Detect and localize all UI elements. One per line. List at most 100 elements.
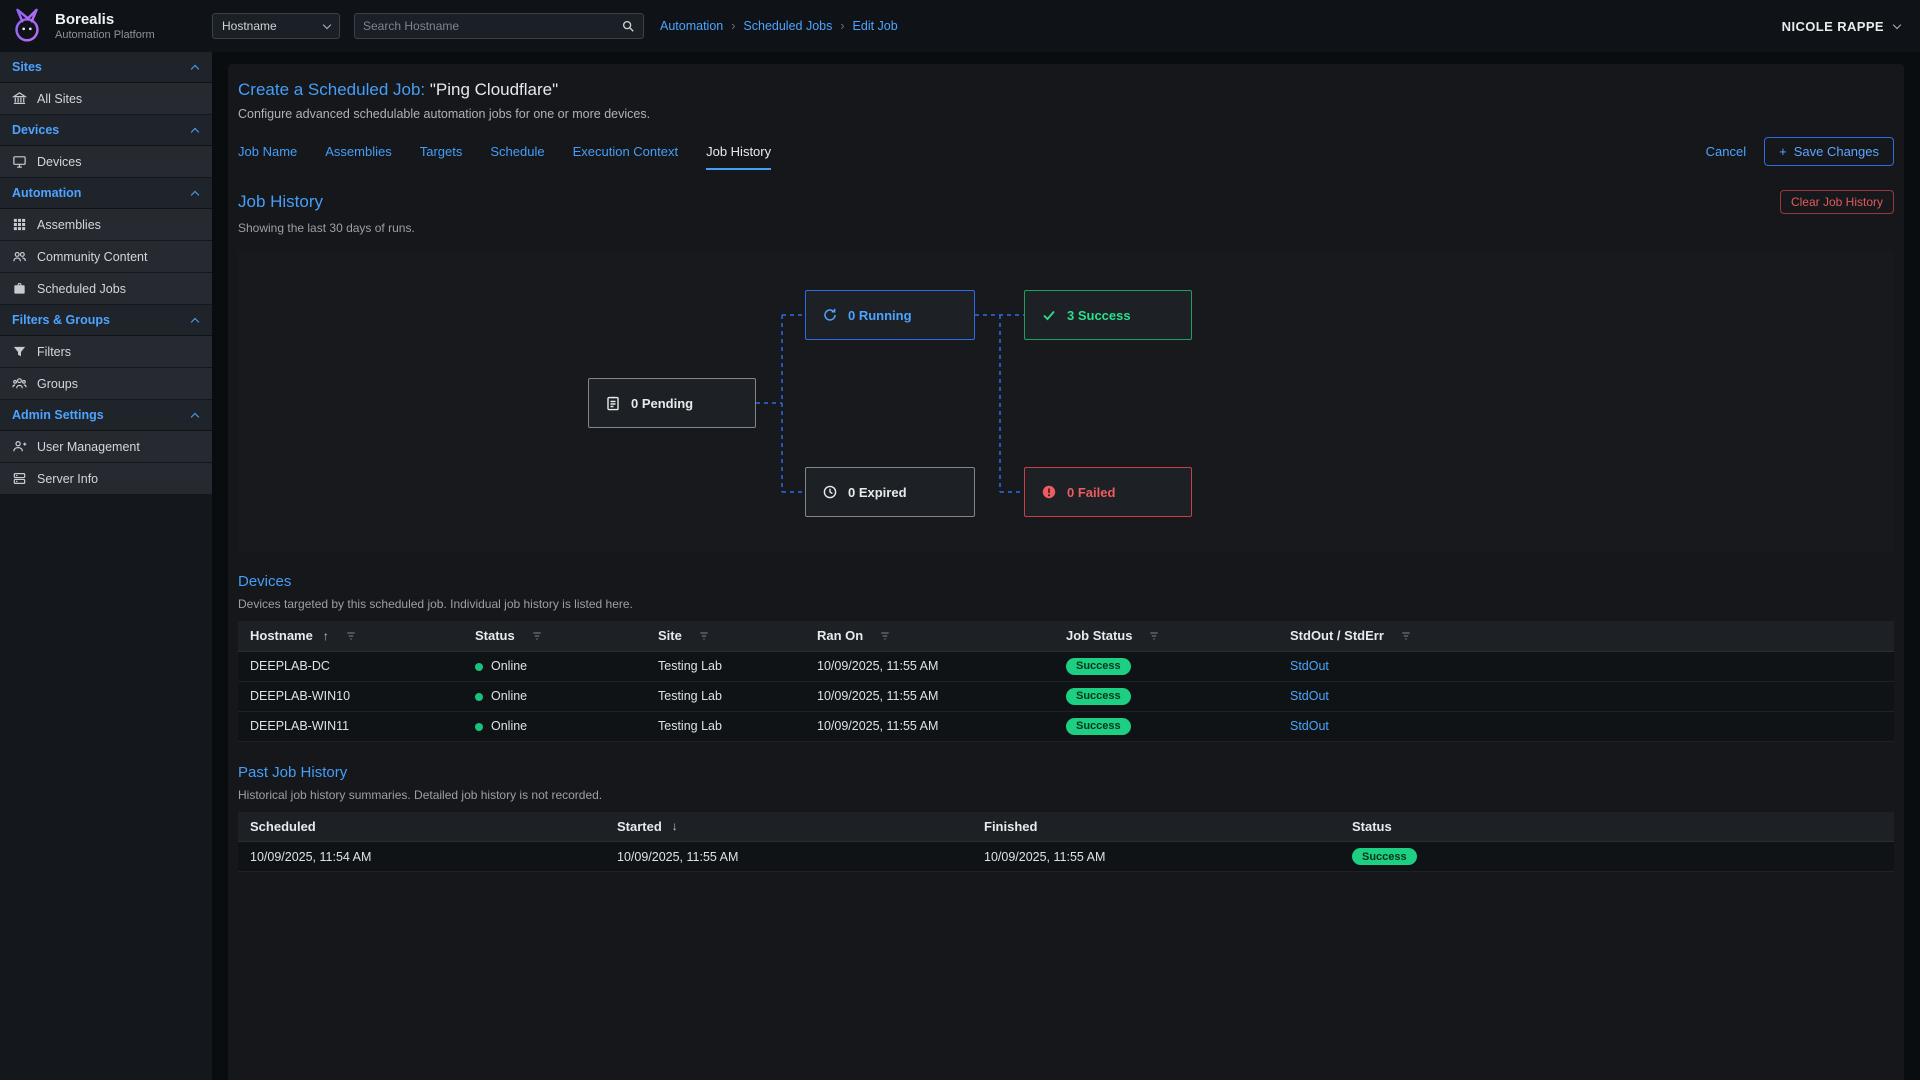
status-text: Online bbox=[491, 689, 527, 703]
col-header-site[interactable]: Site bbox=[646, 621, 805, 651]
state-box-pending[interactable]: 0 Pending bbox=[588, 378, 756, 428]
status-text: Online bbox=[491, 719, 527, 733]
status-text: Online bbox=[491, 659, 527, 673]
tab-execution-context[interactable]: Execution Context bbox=[573, 144, 679, 170]
sidebar-item-server-info[interactable]: Server Info bbox=[0, 463, 212, 495]
col-header-job-status[interactable]: Job Status bbox=[1054, 621, 1278, 651]
column-filter-icon[interactable] bbox=[1148, 630, 1160, 642]
col-header-status[interactable]: Status bbox=[1340, 812, 1894, 842]
save-changes-button[interactable]: + Save Changes bbox=[1764, 137, 1894, 166]
devices-subtitle: Devices targeted by this scheduled job. … bbox=[238, 597, 1894, 611]
tab-schedule[interactable]: Schedule bbox=[490, 144, 544, 170]
column-filter-icon[interactable] bbox=[879, 630, 891, 642]
tab-targets[interactable]: Targets bbox=[420, 144, 463, 170]
hostname-select[interactable]: Hostname bbox=[212, 13, 340, 39]
breadcrumb-edit-job[interactable]: Edit Job bbox=[853, 19, 898, 33]
cancel-button[interactable]: Cancel bbox=[1706, 144, 1746, 159]
col-header-stdout[interactable]: StdOut / StdErr bbox=[1278, 621, 1894, 651]
sidebar-item-devices[interactable]: Devices bbox=[0, 146, 212, 178]
online-dot bbox=[475, 723, 483, 731]
borealis-logo bbox=[8, 7, 46, 45]
sidebar-section-sites[interactable]: Sites bbox=[0, 52, 212, 83]
state-box-success[interactable]: 3 Success bbox=[1024, 290, 1192, 340]
devices-table: Hostname ↑ Status Site Ran On bbox=[238, 621, 1894, 742]
chevron-up-icon bbox=[191, 127, 199, 135]
sidebar-item-groups[interactable]: Groups bbox=[0, 368, 212, 400]
main-content: Create a Scheduled Job: "Ping Cloudflare… bbox=[212, 52, 1920, 1080]
state-box-running[interactable]: 0 Running bbox=[805, 290, 975, 340]
chevron-down-icon bbox=[1893, 20, 1901, 28]
column-filter-icon[interactable] bbox=[531, 630, 543, 642]
column-filter-icon[interactable] bbox=[1400, 630, 1412, 642]
breadcrumb-automation[interactable]: Automation bbox=[660, 19, 723, 33]
stdout-link[interactable]: StdOut bbox=[1290, 659, 1329, 673]
state-label: 0 Pending bbox=[631, 396, 693, 411]
sidebar-item-user-management[interactable]: User Management bbox=[0, 431, 212, 463]
brand-title: Borealis bbox=[55, 11, 155, 28]
assemblies-icon bbox=[12, 217, 27, 232]
column-filter-icon[interactable] bbox=[698, 630, 710, 642]
state-label: 0 Running bbox=[848, 308, 912, 323]
device-row[interactable]: DEEPLAB-WIN10 Online Testing Lab 10/09/2… bbox=[238, 681, 1894, 711]
column-filter-icon[interactable] bbox=[345, 630, 357, 642]
past-history-header-row: Scheduled Started ↓ Finished Status bbox=[238, 812, 1894, 842]
past-history-subtitle: Historical job history summaries. Detail… bbox=[238, 788, 1894, 802]
col-header-started[interactable]: Started ↓ bbox=[605, 812, 972, 842]
sidebar-item-label: Groups bbox=[37, 377, 78, 391]
col-label: Finished bbox=[984, 819, 1037, 834]
col-header-ran-on[interactable]: Ran On bbox=[805, 621, 1054, 651]
sidebar-section-automation[interactable]: Automation bbox=[0, 178, 212, 209]
past-history-row[interactable]: 10/09/2025, 11:54 AM 10/09/2025, 11:55 A… bbox=[238, 842, 1894, 872]
state-box-failed[interactable]: 0 Failed bbox=[1024, 467, 1192, 517]
sidebar-section-admin-settings[interactable]: Admin Settings bbox=[0, 400, 212, 431]
search-icon[interactable] bbox=[621, 19, 635, 33]
devices-icon bbox=[12, 154, 27, 169]
col-label: Hostname bbox=[250, 628, 313, 643]
sidebar-item-assemblies[interactable]: Assemblies bbox=[0, 209, 212, 241]
sort-desc-icon: ↓ bbox=[672, 819, 678, 833]
cell-status: Success bbox=[1340, 842, 1894, 872]
breadcrumb: Automation › Scheduled Jobs › Edit Job bbox=[660, 19, 898, 33]
tab-actions: Cancel + Save Changes bbox=[1706, 137, 1894, 170]
stdout-link[interactable]: StdOut bbox=[1290, 719, 1329, 733]
col-header-status[interactable]: Status bbox=[463, 621, 646, 651]
cell-stdout: StdOut bbox=[1278, 711, 1894, 741]
hostname-search bbox=[354, 13, 644, 39]
clear-job-history-button[interactable]: Clear Job History bbox=[1780, 190, 1894, 214]
device-row[interactable]: DEEPLAB-WIN11 Online Testing Lab 10/09/2… bbox=[238, 711, 1894, 741]
col-header-scheduled[interactable]: Scheduled bbox=[238, 812, 605, 842]
state-box-expired[interactable]: 0 Expired bbox=[805, 467, 975, 517]
breadcrumb-scheduled-jobs[interactable]: Scheduled Jobs bbox=[743, 19, 832, 33]
stdout-link[interactable]: StdOut bbox=[1290, 689, 1329, 703]
cell-site: Testing Lab bbox=[646, 681, 805, 711]
sidebar-item-filters[interactable]: Filters bbox=[0, 336, 212, 368]
sidebar-item-community-content[interactable]: Community Content bbox=[0, 241, 212, 273]
sidebar-item-label: All Sites bbox=[37, 92, 82, 106]
sidebar-section-devices[interactable]: Devices bbox=[0, 115, 212, 146]
col-label: Status bbox=[475, 628, 515, 643]
tab-job-history[interactable]: Job History bbox=[706, 144, 771, 170]
tab-job-name[interactable]: Job Name bbox=[238, 144, 297, 170]
tab-assemblies[interactable]: Assemblies bbox=[325, 144, 391, 170]
sort-asc-icon: ↑ bbox=[323, 629, 329, 643]
col-label: Status bbox=[1352, 819, 1392, 834]
past-history-heading: Past Job History bbox=[238, 764, 1894, 781]
section-label: Automation bbox=[12, 186, 81, 200]
sidebar-section-filters-groups[interactable]: Filters & Groups bbox=[0, 305, 212, 336]
filter-icon bbox=[12, 344, 27, 359]
hostname-select-value: Hostname bbox=[222, 19, 277, 33]
sidebar-item-scheduled-jobs[interactable]: Scheduled Jobs bbox=[0, 273, 212, 305]
search-input[interactable] bbox=[363, 19, 621, 33]
cell-scheduled: 10/09/2025, 11:54 AM bbox=[238, 842, 605, 872]
section-label: Sites bbox=[12, 60, 42, 74]
device-row[interactable]: DEEPLAB-DC Online Testing Lab 10/09/2025… bbox=[238, 651, 1894, 681]
breadcrumb-separator: › bbox=[731, 19, 735, 33]
sidebar-item-all-sites[interactable]: All Sites bbox=[0, 83, 212, 115]
chevron-up-icon bbox=[191, 412, 199, 420]
col-header-finished[interactable]: Finished bbox=[972, 812, 1340, 842]
sidebar-item-label: Assemblies bbox=[37, 218, 101, 232]
devices-heading: Devices bbox=[238, 573, 1894, 590]
col-header-hostname[interactable]: Hostname ↑ bbox=[238, 621, 463, 651]
cell-stdout: StdOut bbox=[1278, 681, 1894, 711]
user-menu[interactable]: NICOLE RAPPE bbox=[1782, 19, 1900, 34]
